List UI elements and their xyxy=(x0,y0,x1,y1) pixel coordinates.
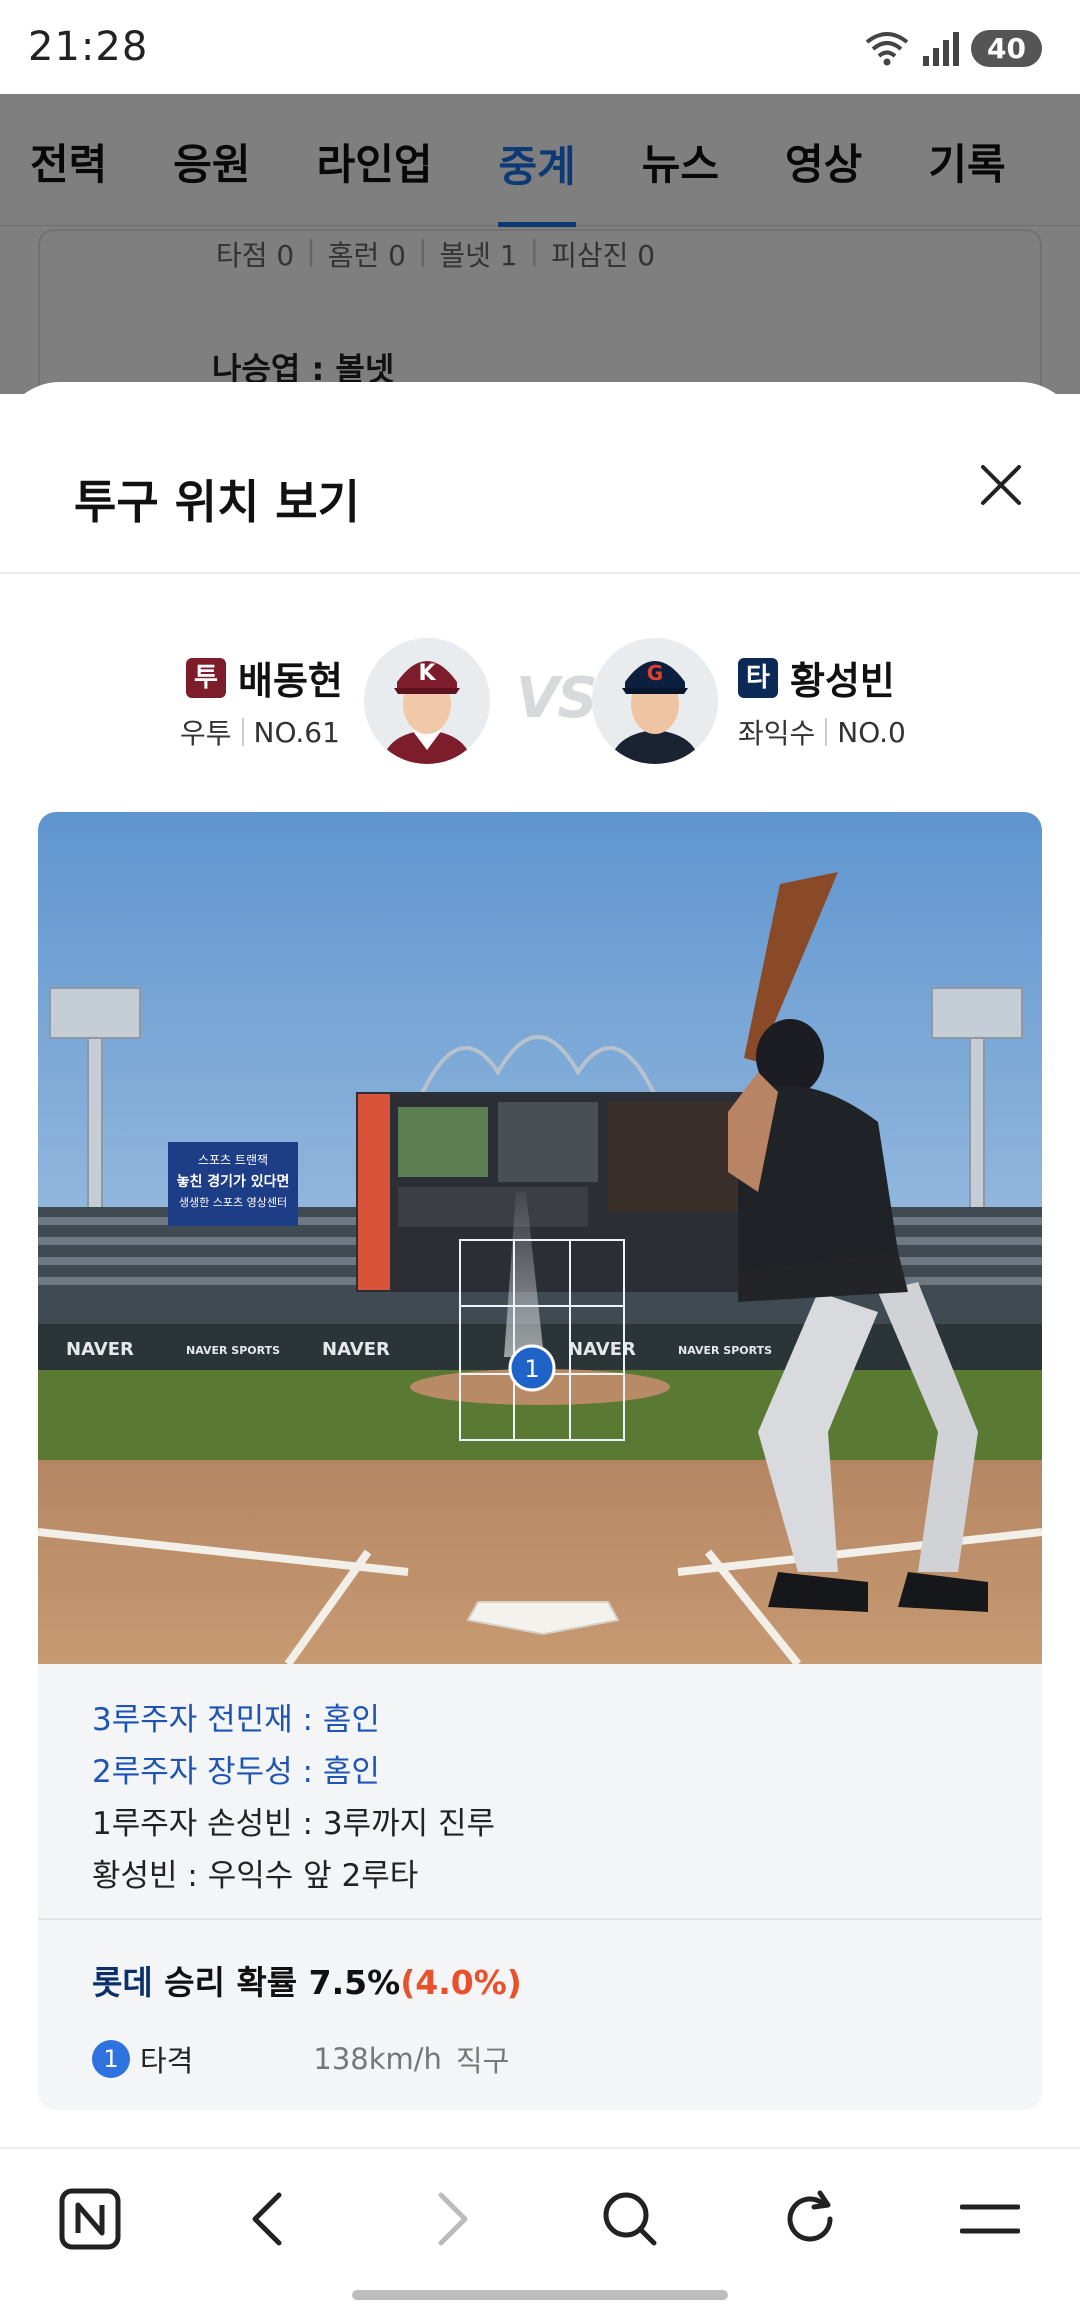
batter-avatar[interactable]: G xyxy=(592,638,718,764)
pitch-location-sheet: 투구 위치 보기 투 배동현 우투 NO.61 K VS G 타 황성빈 좌익수… xyxy=(0,382,1080,2147)
naver-home-button[interactable] xyxy=(50,2179,130,2259)
back-icon xyxy=(252,2192,282,2246)
back-button[interactable] xyxy=(228,2179,308,2259)
menu-icon xyxy=(960,2204,1020,2234)
refresh-button[interactable] xyxy=(770,2179,850,2259)
signal-icon xyxy=(923,32,960,66)
pitch-row[interactable]: 1 타격 138km/h 직구 xyxy=(92,2038,509,2080)
divider xyxy=(0,572,1080,574)
matchup: 투 배동현 우투 NO.61 K VS G 타 황성빈 좌익수 NO.0 xyxy=(0,632,1080,772)
play-info-box: 3루주자 전민재 : 홈인 2루주자 장두성 : 홈인 1루주자 손성빈 : 3… xyxy=(38,1664,1042,2110)
naver-home-icon xyxy=(59,2188,121,2250)
battery-indicator: 40 xyxy=(971,29,1042,67)
refresh-icon xyxy=(787,2190,833,2242)
status-icons: 40 xyxy=(863,28,1042,68)
wall-ad-4: NAVER xyxy=(568,1339,636,1360)
menu-button[interactable] xyxy=(950,2179,1030,2259)
divider xyxy=(38,1918,1042,1920)
win-probability-team: 롯데 xyxy=(92,1963,153,2002)
play-line: 1루주자 손성빈 : 3루까지 진루 xyxy=(92,1806,496,1842)
batter-number: NO.0 xyxy=(837,715,906,749)
batter-name-row: 타 황성빈 xyxy=(738,650,895,705)
play-line: 2루주자 장두성 : 홈인 xyxy=(92,1754,380,1790)
pitcher-name[interactable]: 배동현 xyxy=(238,650,343,705)
vs-label: VS xyxy=(516,666,598,731)
wall-ad-3: NAVER xyxy=(322,1339,390,1360)
pitcher-badge: 투 xyxy=(186,657,226,698)
wall-ad-5: NAVER SPORTS xyxy=(678,1344,772,1357)
close-icon xyxy=(981,465,1021,505)
batter-info: 좌익수 NO.0 xyxy=(738,712,906,752)
modal-dim-overlay[interactable] xyxy=(0,94,1080,394)
pitcher-avatar[interactable]: K xyxy=(364,638,490,764)
close-button[interactable] xyxy=(956,440,1046,530)
pitch-marker-number: 1 xyxy=(524,1355,539,1383)
batter-badge: 타 xyxy=(738,657,778,698)
forward-icon xyxy=(438,2192,468,2246)
wifi-icon xyxy=(865,32,909,66)
home-indicator[interactable] xyxy=(352,2290,728,2300)
pitcher-name-row: 투 배동현 xyxy=(186,650,343,705)
win-probability: 롯데 승리 확률 7.5%(4.0%) xyxy=(92,1956,522,2004)
pitcher-info: 우투 NO.61 xyxy=(180,712,340,752)
pitch-location-field: 스포츠 트랜잭 놓친 경기가 있다면 생생한 스포츠 영상센터 NAVER NA… xyxy=(38,812,1042,1664)
ad-board-line-3: 생생한 스포츠 영상센터 xyxy=(179,1196,287,1209)
pitcher-number: NO.61 xyxy=(253,715,340,749)
play-line: 3루주자 전민재 : 홈인 xyxy=(92,1702,380,1738)
pitch-result: 타격 xyxy=(140,2044,194,2078)
forward-button[interactable] xyxy=(412,2179,492,2259)
pitch-number-badge: 1 xyxy=(92,2040,130,2078)
search-button[interactable] xyxy=(590,2179,670,2259)
svg-text:K: K xyxy=(418,661,436,686)
svg-text:G: G xyxy=(647,661,663,685)
status-bar: 21:28 40 xyxy=(0,0,1080,94)
status-time: 21:28 xyxy=(28,24,149,70)
batter-name[interactable]: 황성빈 xyxy=(790,650,895,705)
win-probability-label: 승리 확률 xyxy=(164,1963,298,2002)
ad-board-line-1: 스포츠 트랜잭 xyxy=(198,1153,268,1167)
win-probability-delta: (4.0%) xyxy=(400,1963,522,2002)
pitcher-position: 우투 xyxy=(180,717,232,750)
pitch-speed: 138km/h xyxy=(313,2042,442,2076)
wall-ad-1: NAVER xyxy=(66,1339,134,1360)
pitch-type: 직구 xyxy=(455,2044,510,2078)
stadium-illustration: 스포츠 트랜잭 놓친 경기가 있다면 생생한 스포츠 영상센터 NAVER NA… xyxy=(38,812,1042,1664)
batter-position: 좌익수 xyxy=(738,717,816,750)
sheet-title: 투구 위치 보기 xyxy=(74,475,360,529)
win-probability-value: 7.5% xyxy=(308,1963,401,2002)
browser-nav-bar xyxy=(0,2147,1080,2277)
ad-board-line-2: 놓친 경기가 있다면 xyxy=(177,1173,290,1190)
wall-ad-2: NAVER SPORTS xyxy=(186,1344,280,1357)
search-icon xyxy=(603,2192,657,2246)
play-line: 황성빈 : 우익수 앞 2루타 xyxy=(92,1858,419,1894)
